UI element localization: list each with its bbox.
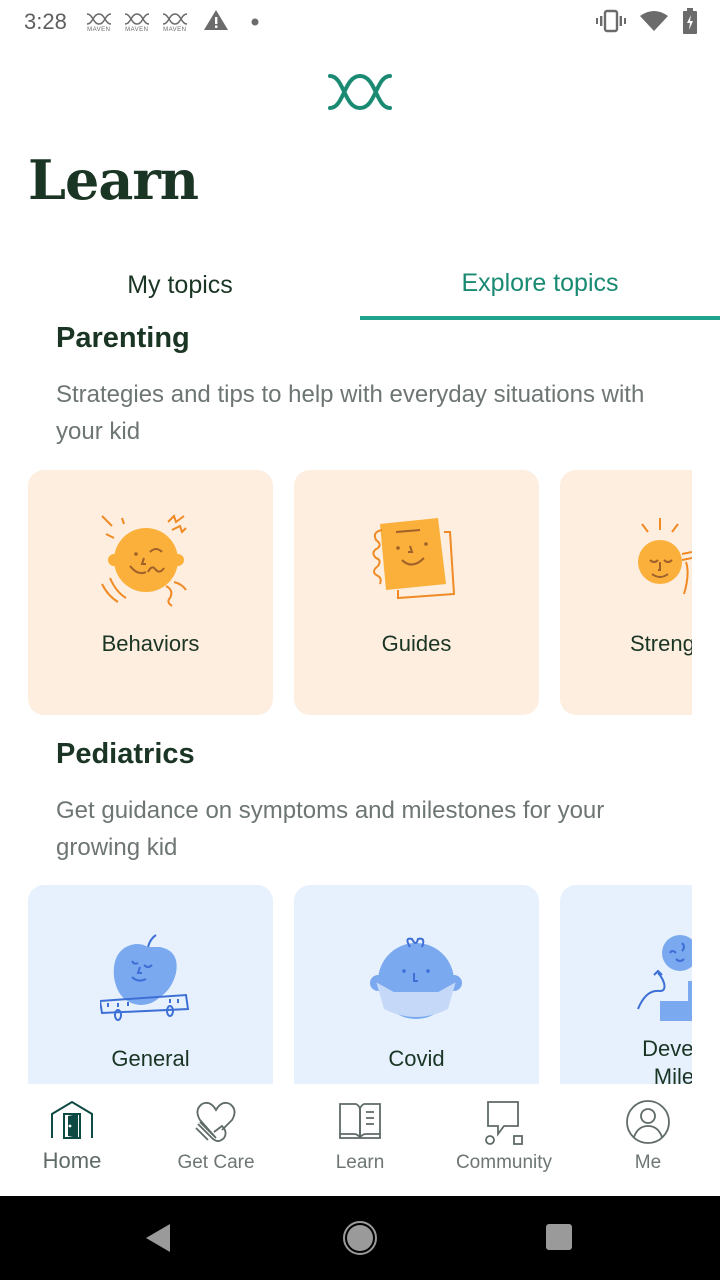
wifi-icon [640,10,668,37]
topic-card-label: General [111,1046,190,1071]
nav-label: Get Care [177,1152,255,1173]
explore-topics-list[interactable]: Parenting Strategies and tips to help wi… [0,322,720,1084]
nav-item-learn[interactable]: Learn [288,1084,432,1196]
topic-tabs: My topics Explore topics [0,250,720,322]
home-circle-icon[interactable] [340,1218,380,1258]
nav-item-get-care[interactable]: Get Care [144,1084,288,1196]
community-icon [485,1101,523,1145]
nav-item-home[interactable]: Home [0,1084,144,1196]
section-description-parenting: Strategies and tips to help with everyda… [56,381,645,445]
guides-notebook-icon [366,514,466,614]
apple-scale-icon [98,933,200,1033]
profile-icon [626,1100,670,1144]
topic-card-strengths[interactable]: Streng [560,470,692,715]
section-title-pediatrics: Pediatrics [56,738,195,770]
topic-card-general[interactable]: General [28,885,273,1084]
nav-item-me[interactable]: Me [576,1084,720,1196]
nav-label: Me [634,1152,662,1173]
section-title-parenting: Parenting [56,322,190,354]
back-icon[interactable] [140,1218,180,1258]
maven-logo-icon [328,72,392,112]
topic-card-label: Streng [630,631,692,656]
vibrate-icon [596,9,626,38]
nav-label: Community [455,1152,553,1173]
behaviors-face-icon [100,514,200,614]
topic-card-label: Covid [388,1046,445,1071]
section-description-pediatrics: Get guidance on symptoms and milestones … [56,797,605,861]
baby-mask-icon [368,933,468,1033]
nav-label: Home [42,1148,102,1173]
parenting-card-carousel[interactable]: Behaviors Guides Streng [28,470,692,716]
topic-card-label: Behaviors [101,631,200,656]
topic-card-developmental-milestones[interactable]: Develop Milest [560,885,692,1084]
maven-notification-icon: MAVEN [161,12,189,33]
home-icon [51,1100,93,1139]
system-status-icons [596,8,698,39]
status-time: 3:28 [24,9,67,34]
pediatrics-card-carousel[interactable]: General Covid Deve Mile [28,885,692,1084]
nav-label: Learn [335,1152,385,1173]
topic-card-covid[interactable]: Covid [294,885,539,1084]
book-icon [339,1103,381,1139]
tab-my-topics[interactable]: My topics [0,250,360,320]
maven-notification-icon: MAVEN [85,12,113,33]
maven-notification-icon: MAVEN [123,12,151,33]
warning-icon [203,9,229,36]
recents-icon[interactable] [540,1218,580,1258]
tab-explore-topics[interactable]: Explore topics [360,250,720,320]
topic-card-label: Develop Milest [642,1036,692,1084]
nav-item-community[interactable]: Community [432,1084,576,1196]
battery-charging-icon [682,8,698,39]
bottom-nav: Home Get Care Learn Community Me [0,1084,720,1196]
topic-card-label: Guides [381,631,452,656]
page-title: Learn [28,148,199,212]
status-bar: 3:28 MAVEN MAVEN MAVEN [0,0,720,44]
strengths-sun-icon [632,514,692,614]
topic-card-behaviors[interactable]: Behaviors [28,470,273,715]
topic-card-guides[interactable]: Guides [294,470,539,715]
heart-hand-icon [195,1101,236,1142]
system-nav-bar [0,1196,720,1280]
milestone-steps-icon [632,933,692,1033]
dot-icon [251,13,259,31]
